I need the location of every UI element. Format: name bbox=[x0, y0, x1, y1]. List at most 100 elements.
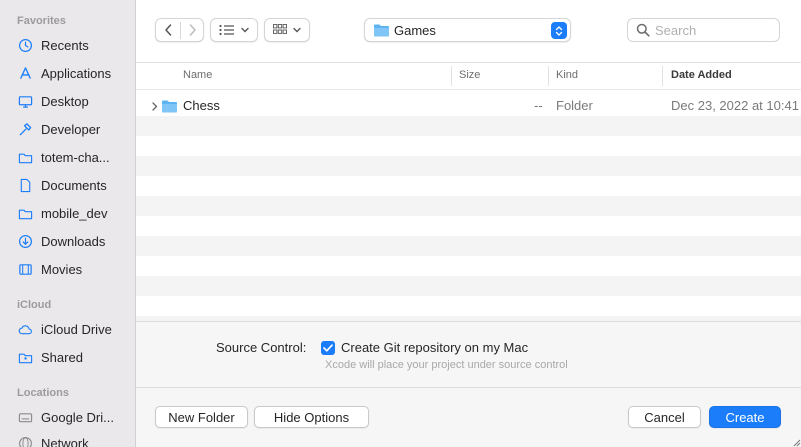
sidebar-item-label: Downloads bbox=[41, 233, 106, 249]
empty-row bbox=[136, 236, 801, 256]
sidebar-item-movies[interactable]: Movies bbox=[0, 256, 135, 282]
sidebar-item-label: Shared bbox=[41, 349, 83, 365]
column-header-name[interactable]: Name bbox=[183, 69, 212, 81]
column-divider[interactable] bbox=[662, 66, 663, 86]
table-row[interactable]: Chess -- Folder Dec 23, 2022 at 10:41 bbox=[136, 96, 801, 116]
chevron-left-icon bbox=[164, 24, 171, 36]
chevron-down-icon bbox=[241, 27, 249, 33]
back-button[interactable] bbox=[156, 19, 180, 41]
file-kind: Folder bbox=[556, 98, 593, 113]
chevron-down-icon bbox=[293, 27, 301, 33]
empty-row bbox=[136, 196, 801, 216]
sidebar-item-applications[interactable]: Applications bbox=[0, 60, 135, 86]
download-icon bbox=[17, 233, 34, 250]
sidebar-item-label: Google Dri... bbox=[41, 409, 114, 425]
sidebar-item-label: mobile_dev bbox=[41, 205, 108, 221]
sidebar-item-google-drive[interactable]: Google Dri... bbox=[0, 404, 135, 430]
sidebar-item-label: Network bbox=[41, 435, 89, 447]
forward-button[interactable] bbox=[181, 19, 204, 41]
sidebar-item-downloads[interactable]: Downloads bbox=[0, 228, 135, 254]
sidebar-item-recents[interactable]: Recents bbox=[0, 32, 135, 58]
applications-icon bbox=[17, 65, 34, 82]
search-input[interactable]: Search bbox=[627, 18, 780, 42]
empty-row bbox=[136, 116, 801, 136]
folder-icon bbox=[162, 100, 177, 113]
sidebar-item-label: Movies bbox=[41, 261, 83, 277]
hide-options-button[interactable]: Hide Options bbox=[254, 406, 369, 428]
cancel-button[interactable]: Cancel bbox=[628, 406, 701, 428]
up-down-stepper-icon bbox=[551, 22, 567, 39]
folder-icon bbox=[374, 24, 389, 37]
column-header-kind[interactable]: Kind bbox=[556, 69, 578, 81]
globe-icon bbox=[17, 435, 34, 447]
sidebar-item-network[interactable]: Network bbox=[0, 430, 135, 447]
new-folder-button[interactable]: New Folder bbox=[155, 406, 248, 428]
sidebar-item-label: Developer bbox=[41, 121, 101, 137]
search-icon bbox=[636, 23, 650, 37]
sidebar-item-label: totem-cha... bbox=[41, 149, 110, 165]
sidebar-item-desktop[interactable]: Desktop bbox=[0, 88, 135, 114]
file-date-added: Dec 23, 2022 at 10:41 bbox=[671, 98, 799, 113]
path-popup[interactable]: Games bbox=[364, 18, 571, 42]
sidebar-item-label: Recents bbox=[41, 37, 89, 53]
grid-view-button[interactable] bbox=[264, 18, 310, 42]
film-icon bbox=[17, 261, 34, 278]
options-panel: Source Control: Create Git repository on… bbox=[136, 321, 801, 387]
source-control-label: Source Control: bbox=[216, 340, 307, 355]
sidebar-item-label: Desktop bbox=[41, 93, 89, 109]
sidebar: Favorites Recents Applications Desktop D… bbox=[0, 0, 136, 447]
empty-row bbox=[136, 176, 801, 196]
git-repository-checkbox[interactable] bbox=[321, 341, 335, 355]
search-placeholder: Search bbox=[655, 23, 697, 38]
drive-icon bbox=[17, 409, 34, 426]
folder-icon bbox=[17, 205, 34, 222]
sidebar-item-developer[interactable]: Developer bbox=[0, 116, 135, 142]
sidebar-item-label: Applications bbox=[41, 65, 112, 81]
chevron-right-icon bbox=[189, 24, 196, 36]
path-label: Games bbox=[394, 23, 436, 38]
empty-row bbox=[136, 216, 801, 236]
empty-row bbox=[136, 156, 801, 176]
sidebar-item-label: iCloud Drive bbox=[41, 321, 112, 337]
sidebar-section-locations: Locations bbox=[17, 387, 69, 399]
list-header: Name Size Kind Date Added bbox=[136, 63, 801, 90]
sidebar-item-totem[interactable]: totem-cha... bbox=[0, 144, 135, 170]
desktop-icon bbox=[17, 93, 34, 110]
column-divider[interactable] bbox=[548, 66, 549, 86]
disclosure-chevron-icon[interactable] bbox=[152, 102, 158, 111]
checkmark-icon bbox=[323, 344, 333, 352]
hammer-icon bbox=[17, 121, 34, 138]
list-view-button[interactable] bbox=[210, 18, 258, 42]
sidebar-item-documents[interactable]: Documents bbox=[0, 172, 135, 198]
folder-icon bbox=[17, 149, 34, 166]
sidebar-section-icloud: iCloud bbox=[17, 299, 52, 311]
empty-row bbox=[136, 136, 801, 156]
shared-folder-icon bbox=[17, 349, 34, 366]
empty-row bbox=[136, 276, 801, 296]
nav-segment bbox=[155, 18, 204, 42]
file-name: Chess bbox=[183, 98, 220, 113]
empty-row bbox=[136, 296, 801, 316]
sidebar-section-favorites: Favorites bbox=[17, 15, 66, 27]
sidebar-item-icloud-drive[interactable]: iCloud Drive bbox=[0, 316, 135, 342]
column-header-date-added[interactable]: Date Added bbox=[671, 69, 732, 81]
file-size: -- bbox=[534, 98, 543, 113]
empty-row bbox=[136, 256, 801, 276]
resize-grip-icon[interactable] bbox=[793, 439, 801, 447]
list-icon bbox=[219, 24, 234, 36]
git-checkbox-label[interactable]: Create Git repository on my Mac bbox=[341, 340, 528, 355]
cloud-icon bbox=[17, 321, 34, 338]
toolbar: Games Search bbox=[136, 0, 801, 62]
create-button[interactable]: Create bbox=[709, 406, 781, 428]
grid-icon bbox=[273, 24, 287, 34]
clock-icon bbox=[17, 37, 34, 54]
footer: New Folder Hide Options Cancel Create bbox=[136, 387, 801, 447]
sidebar-item-mobile-dev[interactable]: mobile_dev bbox=[0, 200, 135, 226]
column-divider[interactable] bbox=[451, 66, 452, 86]
source-control-note: Xcode will place your project under sour… bbox=[325, 359, 568, 371]
column-header-size[interactable]: Size bbox=[459, 69, 480, 81]
sidebar-item-label: Documents bbox=[41, 177, 107, 193]
sidebar-item-shared[interactable]: Shared bbox=[0, 344, 135, 370]
document-icon bbox=[17, 177, 34, 194]
file-list: Name Size Kind Date Added Chess -- Folde… bbox=[136, 62, 801, 321]
